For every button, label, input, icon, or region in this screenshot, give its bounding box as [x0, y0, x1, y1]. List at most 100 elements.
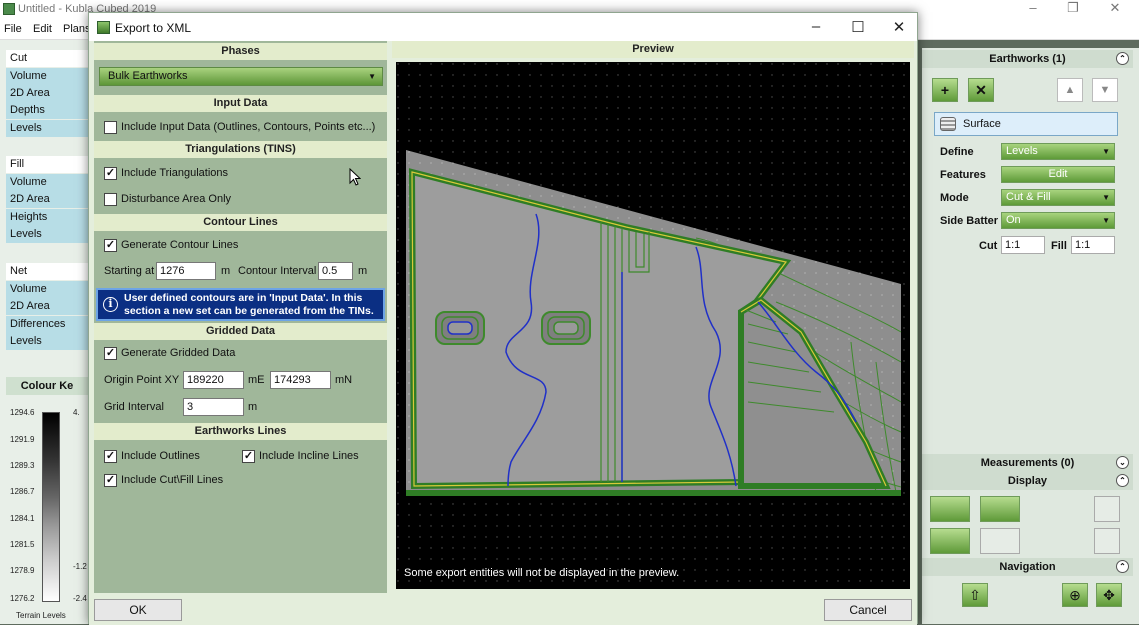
- chevron-down-icon: ▼: [1102, 193, 1110, 202]
- origin-x-input[interactable]: 189220: [183, 371, 244, 389]
- cut-batter-label: Cut: [979, 240, 998, 252]
- delete-earthwork-button[interactable]: ✕: [968, 78, 994, 102]
- surface-list-item[interactable]: Surface: [934, 112, 1118, 136]
- chevron-up-icon[interactable]: ⌃: [1116, 474, 1129, 487]
- net-2d-area[interactable]: 2D Area: [6, 298, 88, 315]
- net-differences[interactable]: Differences: [6, 316, 88, 333]
- contour-interval-input[interactable]: 0.5: [318, 262, 353, 280]
- chevron-down-icon[interactable]: ⌄: [1116, 456, 1129, 469]
- 3d-view-button[interactable]: [930, 496, 970, 522]
- cut-head[interactable]: Cut: [6, 50, 88, 67]
- fill-volume[interactable]: Volume: [6, 174, 88, 191]
- measurements-header[interactable]: Measurements (0) ⌄: [922, 454, 1133, 472]
- export-xml-dialog: Export to XML – ☐ ✕ Phases Bulk Earthwor…: [88, 12, 918, 625]
- define-dropdown[interactable]: Levels ▼: [1001, 143, 1115, 160]
- chevron-down-icon: ▼: [1102, 216, 1110, 225]
- colour-key-title: Colour Ke: [6, 377, 88, 395]
- add-earthwork-button[interactable]: +: [932, 78, 958, 102]
- pond-left: [435, 311, 485, 345]
- contour-lines-header: Contour Lines: [94, 214, 387, 231]
- measure-tool-button[interactable]: [1094, 496, 1120, 522]
- chevron-up-icon[interactable]: ⌃: [1116, 560, 1129, 573]
- navigation-header-label: Navigation: [999, 561, 1056, 573]
- cut-depths[interactable]: Depths: [6, 102, 88, 119]
- features-edit-button[interactable]: Edit: [1001, 166, 1115, 183]
- preview-note: Some export entities will not be display…: [404, 567, 680, 579]
- zoom-in-button[interactable]: ⊕: [1062, 583, 1088, 607]
- chevron-up-icon[interactable]: ⌃: [1116, 52, 1129, 65]
- origin-y-unit: mN: [335, 374, 353, 386]
- pond-right: [541, 311, 591, 345]
- contour-display-button[interactable]: [980, 496, 1020, 522]
- ok-button[interactable]: OK: [94, 599, 182, 621]
- scale-label: 1278.9: [10, 566, 35, 575]
- checkbox-checked-icon: ✓: [104, 167, 117, 180]
- cut-volume[interactable]: Volume: [6, 68, 88, 85]
- chevron-down-icon: ▼: [1102, 147, 1110, 156]
- origin-x-unit: mE: [248, 374, 265, 386]
- gridded-data-header: Gridded Data: [94, 323, 387, 340]
- include-input-data-label: Include Input Data (Outlines, Contours, …: [121, 121, 376, 133]
- fill-batter-input[interactable]: 1:1: [1071, 236, 1115, 254]
- grid-interval-input[interactable]: 3: [183, 398, 244, 416]
- menu-file[interactable]: File: [4, 23, 22, 35]
- cut-2d-area[interactable]: 2D Area: [6, 85, 88, 102]
- origin-y-input[interactable]: 174293: [270, 371, 331, 389]
- cut-batter-input[interactable]: 1:1: [1001, 236, 1045, 254]
- side-batter-dropdown[interactable]: On ▼: [1001, 212, 1115, 229]
- move-up-button[interactable]: ▲: [1057, 78, 1083, 102]
- move-down-button[interactable]: ▼: [1092, 78, 1118, 102]
- surface-label: Surface: [963, 118, 1001, 130]
- earthworks-header[interactable]: Earthworks (1) ⌃: [922, 50, 1133, 68]
- grid-display-button[interactable]: [1094, 528, 1120, 554]
- fill-head[interactable]: Fill: [6, 156, 88, 173]
- scale-label: 1289.3: [10, 461, 35, 470]
- net-volume[interactable]: Volume: [6, 281, 88, 298]
- earthworks-lines-header: Earthworks Lines: [94, 423, 387, 440]
- scale-right-label: -2.4: [73, 594, 87, 603]
- starting-at-input[interactable]: 1276: [156, 262, 216, 280]
- fill-levels[interactable]: Levels: [6, 226, 88, 243]
- export-options-column: Phases Bulk Earthworks ▼ Input Data Inclu…: [94, 41, 387, 593]
- display-header[interactable]: Display ⌃: [922, 472, 1133, 490]
- cut-levels[interactable]: Levels: [6, 120, 88, 137]
- app-logo-icon: [3, 3, 15, 15]
- menu-plans[interactable]: Plans: [63, 23, 91, 35]
- dialog-minimize-icon[interactable]: –: [801, 18, 831, 35]
- contours-info-box: i User defined contours are in 'Input Da…: [96, 288, 385, 321]
- fill-heights[interactable]: Heights: [6, 209, 88, 226]
- checkbox-checked-icon: ✓: [242, 450, 255, 463]
- starting-at-unit: m: [221, 265, 231, 277]
- batter-display-button[interactable]: [980, 528, 1020, 554]
- grid-interval-unit: m: [248, 401, 258, 413]
- dialog-close-icon[interactable]: ✕: [884, 18, 914, 36]
- net-levels[interactable]: Levels: [6, 333, 88, 350]
- preview-canvas[interactable]: Some export entities will not be display…: [396, 62, 910, 589]
- generate-contours-label: Generate Contour Lines: [121, 239, 239, 251]
- app-close-icon[interactable]: ✕: [1100, 0, 1130, 18]
- scale-right-label: -1.2: [73, 562, 87, 571]
- preview-header: Preview: [392, 41, 914, 58]
- include-triangulations-label: Include Triangulations: [121, 167, 229, 179]
- dialog-maximize-icon[interactable]: ☐: [843, 18, 873, 36]
- menu-edit[interactable]: Edit: [33, 23, 52, 35]
- scale-label: 1286.7: [10, 487, 35, 496]
- define-label: Define: [940, 146, 974, 158]
- fill-2d-area[interactable]: 2D Area: [6, 191, 88, 208]
- phases-header: Phases: [94, 43, 387, 60]
- mouse-cursor-icon: [349, 168, 361, 186]
- cancel-button[interactable]: Cancel: [824, 599, 912, 621]
- net-head[interactable]: Net: [6, 263, 88, 280]
- zoom-extents-button[interactable]: ✥: [1096, 583, 1122, 607]
- fill-batter-label: Fill: [1051, 240, 1067, 252]
- app-minimize-icon[interactable]: –: [1018, 0, 1048, 18]
- scale-label: 1294.6: [10, 408, 35, 417]
- mode-label: Mode: [940, 192, 969, 204]
- app-restore-icon[interactable]: ❐: [1058, 0, 1088, 18]
- slope-display-button[interactable]: [930, 528, 970, 554]
- pan-up-button[interactable]: ⇧: [962, 583, 988, 607]
- mode-dropdown[interactable]: Cut & Fill ▼: [1001, 189, 1115, 206]
- phase-dropdown[interactable]: Bulk Earthworks ▼: [99, 67, 383, 86]
- checkbox-checked-icon: ✓: [104, 450, 117, 463]
- navigation-header[interactable]: Navigation ⌃: [922, 558, 1133, 576]
